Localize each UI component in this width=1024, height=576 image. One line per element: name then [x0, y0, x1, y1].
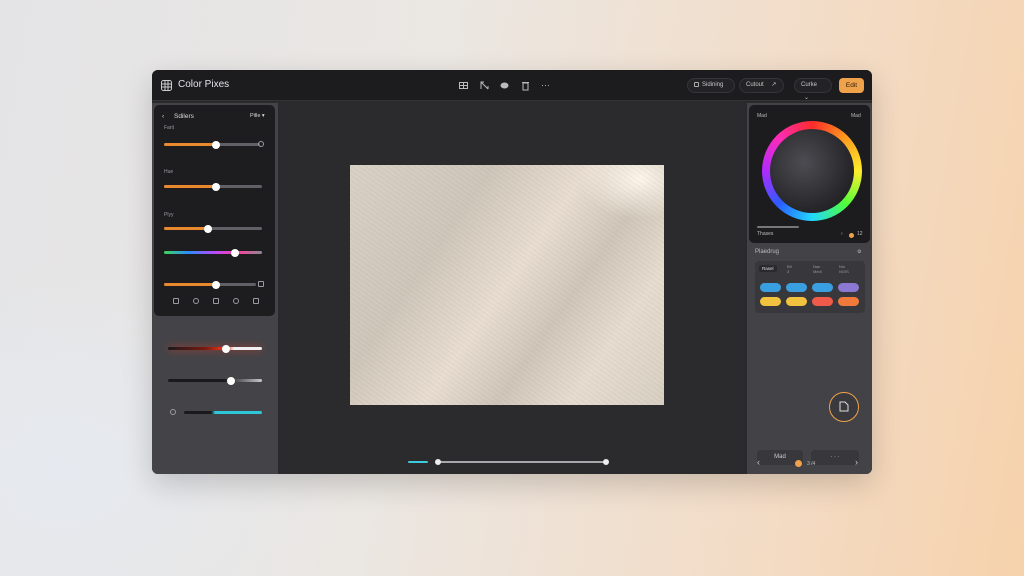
slider-label-farit: Farit [164, 125, 174, 131]
page-indicator-dot[interactable] [795, 460, 802, 467]
shade-slider[interactable] [757, 226, 799, 228]
color-label: Mad [757, 113, 767, 119]
palette-tab-4[interactable]: Nin NOIS [839, 264, 849, 274]
slider-hue[interactable] [164, 182, 262, 191]
chevron-right-icon[interactable]: › [841, 231, 843, 237]
slider-fill [164, 283, 217, 286]
mode-label[interactable]: Mad [851, 113, 861, 119]
right-panel: Mad Mad Thases › 12 Plaedrug ⚙ Rasel B9 … [747, 103, 872, 474]
title-bar: Color Pixes ··· Sidining Cutout ↗ Curke … [152, 70, 872, 101]
color-wheel-center[interactable] [770, 129, 854, 213]
shades-label: Thases [757, 231, 774, 237]
sidining-button[interactable]: Sidining [687, 78, 735, 93]
slider-shadow[interactable] [168, 376, 262, 385]
layers-icon [694, 81, 699, 87]
swatch[interactable] [786, 297, 807, 306]
pager-label: 3 /4 [807, 461, 816, 467]
swatch[interactable] [838, 283, 859, 292]
palette-tab-3[interactable]: Nan Medi [813, 264, 822, 274]
canvas-area [280, 103, 745, 474]
circle-icon[interactable] [233, 298, 239, 304]
palette-tab-rasel[interactable]: Rasel [759, 265, 777, 272]
slider-plyy[interactable] [164, 224, 262, 233]
slider-knob[interactable] [204, 224, 213, 233]
slider-fill [164, 143, 216, 146]
app-window: Color Pixes ··· Sidining Cutout ↗ Curke … [152, 70, 872, 474]
slider-label-plyy: Plyy [164, 212, 174, 218]
slider-farit[interactable] [164, 140, 260, 149]
slider-knob[interactable] [211, 140, 220, 149]
slider-knob[interactable] [230, 248, 239, 257]
palette-tab-2[interactable]: B9 3 [787, 264, 792, 274]
expand-icon[interactable] [258, 281, 264, 287]
palette-title: Plaedrug [755, 249, 780, 255]
back-chevron-icon[interactable]: ‹ [162, 113, 164, 120]
cutout-button[interactable]: Cutout ↗ [739, 78, 784, 93]
page-label: 12 [857, 231, 863, 237]
app-title: Color Pixes [178, 79, 230, 90]
pen-icon: ↗ [771, 82, 777, 88]
slider-spectrum[interactable] [164, 248, 262, 257]
edit-button[interactable]: Edit [839, 78, 864, 93]
timeline-scrubber[interactable] [435, 459, 609, 465]
paper-texture [350, 165, 664, 405]
slider-fill [164, 227, 209, 230]
scrubber-start-handle[interactable] [435, 459, 441, 465]
reset-icon[interactable] [258, 141, 264, 147]
color-wheel[interactable] [762, 121, 862, 221]
palette-box: Rasel B9 3 Nan Medi Nin NOIS [755, 261, 865, 313]
bracket-icon[interactable] [173, 298, 179, 304]
check-icon[interactable] [193, 298, 199, 304]
next-arrow-icon[interactable]: › [855, 457, 858, 467]
accent-dot [849, 233, 854, 238]
file-icon [839, 401, 849, 412]
scrubber-end-handle[interactable] [603, 459, 609, 465]
slider-knob[interactable] [226, 376, 235, 385]
swatch[interactable] [760, 297, 781, 306]
swatch[interactable] [786, 283, 807, 292]
app-grid-icon [161, 80, 172, 91]
prev-arrow-icon[interactable]: ‹ [757, 457, 760, 467]
more-options-button[interactable]: · · · [811, 450, 859, 465]
curke-dropdown[interactable]: Curke ⌄ [794, 78, 832, 101]
sliders-card: ‹ Sdilers Pille ▾ Farit Hue Plyy [154, 105, 275, 316]
slider-fill [164, 185, 216, 188]
preset-dropdown[interactable]: Pille ▾ [250, 113, 265, 119]
chevron-down-icon: ⌄ [804, 95, 810, 101]
sidining-label: Sidining [702, 82, 724, 88]
swatch[interactable] [760, 283, 781, 292]
slider-tint[interactable] [184, 411, 262, 414]
slider-knob[interactable] [212, 280, 221, 289]
grid-icon[interactable] [458, 80, 469, 91]
cutout-label: Cutout [746, 82, 764, 88]
palette-export-button[interactable] [829, 392, 859, 422]
slider-exposure[interactable] [168, 344, 262, 353]
slider-label-hue: Hue [164, 169, 174, 175]
slider-knob[interactable] [222, 344, 231, 353]
swatch[interactable] [812, 297, 833, 306]
frame-icon[interactable] [253, 298, 259, 304]
color-picker-card: Mad Mad Thases › 12 [749, 105, 870, 243]
clock-icon[interactable] [170, 409, 176, 415]
settings-icon[interactable]: ⚙ [857, 249, 861, 255]
more-icon[interactable]: ··· [540, 80, 551, 91]
slider-extra[interactable] [164, 280, 256, 289]
sliders-title: Sdilers [174, 113, 194, 120]
photo-canvas[interactable] [350, 165, 664, 405]
timeline-marker [408, 461, 428, 463]
preset-label: Pille [250, 113, 261, 119]
curke-label: Curke [801, 82, 818, 88]
square-icon[interactable] [213, 298, 219, 304]
trash-icon[interactable] [520, 80, 531, 91]
slider-knob[interactable] [211, 182, 220, 191]
swatch[interactable] [838, 297, 859, 306]
swatch[interactable] [812, 283, 833, 292]
crop-icon[interactable] [479, 80, 490, 91]
left-panel: ‹ Sdilers Pille ▾ Farit Hue Plyy [152, 103, 278, 474]
blob-icon[interactable] [499, 80, 510, 91]
